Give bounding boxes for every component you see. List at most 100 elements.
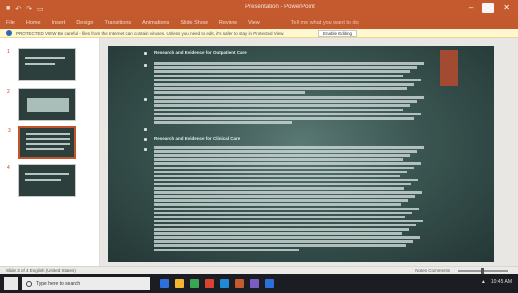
- slide-text-line: [154, 100, 417, 103]
- ribbon-tabs: File Home Insert Design Transitions Anim…: [0, 17, 518, 29]
- shield-icon: [6, 30, 12, 36]
- tab-slide-show[interactable]: Slide Show: [180, 20, 208, 26]
- taskbar-app-icon[interactable]: [250, 279, 259, 288]
- slide-text-line: [154, 87, 407, 90]
- slide-text-line: [154, 215, 405, 219]
- network-icon[interactable]: ▲: [481, 279, 486, 285]
- slide-thumbnail[interactable]: 2: [7, 88, 76, 121]
- taskbar-apps: [160, 279, 274, 288]
- slide-text-line: [154, 223, 416, 227]
- slide-heading: Research and Evidence for Clinical Care: [154, 136, 241, 141]
- slide-text-line: [154, 219, 423, 223]
- zoom-slider[interactable]: [458, 267, 508, 274]
- system-tray: ▲ 10:45 AM: [481, 279, 512, 285]
- taskbar-app-icon[interactable]: [160, 279, 169, 288]
- slide-text-line: [154, 108, 403, 112]
- slide-text-line: [154, 178, 418, 182]
- status-bar: Slide 3 of 4 English (United States) Not…: [0, 266, 518, 274]
- slide-text-line: [154, 211, 412, 215]
- windows-start-icon[interactable]: [4, 277, 18, 290]
- slide-number: 4: [7, 165, 10, 171]
- tab-review[interactable]: Review: [219, 20, 237, 26]
- slide-number: 1: [7, 49, 10, 55]
- slide-number: 3: [8, 128, 11, 134]
- protected-view-bar: PROTECTED VIEW Be careful - files from t…: [0, 29, 518, 38]
- slide-text-line: [154, 248, 299, 251]
- redo-icon[interactable]: ↷: [26, 5, 32, 13]
- slide-text-line: [154, 96, 424, 99]
- slide-thumbnail[interactable]: 4: [7, 164, 76, 197]
- slide-text-line: [154, 199, 408, 202]
- slide-text-line: [154, 150, 417, 153]
- enable-editing-button[interactable]: Enable Editing: [318, 30, 358, 37]
- taskbar-app-icon[interactable]: [190, 279, 199, 288]
- tab-file[interactable]: File: [6, 20, 15, 26]
- slide-heading: Research and Evidence for Outpatient Car…: [154, 50, 247, 55]
- taskbar: Type here to search ▲ 10:45 AM: [0, 274, 518, 293]
- slide-text-line: [154, 91, 305, 94]
- slide-text-line: [154, 187, 404, 190]
- protected-view-message: PROTECTED VIEW Be careful - files from t…: [16, 30, 285, 36]
- slide-text-line: [154, 244, 406, 247]
- slide-text-line: [154, 191, 422, 194]
- taskbar-app-icon[interactable]: [265, 279, 274, 288]
- slide-text-line: [154, 70, 410, 73]
- slide-text-line: [154, 121, 292, 124]
- slide-text-line: [154, 182, 411, 186]
- slide-thumbnail[interactable]: 1: [7, 48, 76, 81]
- search-icon: [26, 280, 32, 287]
- tab-home[interactable]: Home: [26, 20, 41, 26]
- title-bar: ■ ↶ ↷ ▭ Presentation - PowerPoint – ✕: [0, 0, 518, 17]
- slide-text-line: [154, 162, 421, 165]
- slide-text-line: [154, 112, 421, 116]
- taskbar-app-icon[interactable]: [235, 279, 244, 288]
- slide-text-line: [154, 228, 409, 231]
- save-icon[interactable]: ■: [6, 5, 10, 13]
- tell-me-box[interactable]: Tell me what you want to do: [291, 20, 359, 26]
- undo-icon[interactable]: ↶: [15, 5, 21, 13]
- slide-text-line: [154, 66, 417, 69]
- window-controls: – ✕: [469, 3, 510, 13]
- notes-comments-buttons[interactable]: Notes Comments: [415, 268, 450, 273]
- slide-text-line: [154, 83, 414, 86]
- slide-thumbnail-pane[interactable]: 1 2 3 4: [0, 38, 100, 266]
- slide-text-line: [154, 158, 403, 161]
- tab-design[interactable]: Design: [76, 20, 93, 26]
- quick-access-toolbar: ■ ↶ ↷ ▭: [0, 5, 44, 13]
- window-title: Presentation - PowerPoint: [245, 4, 315, 10]
- slide-text-line: [154, 207, 419, 210]
- slide-text-line: [154, 240, 413, 243]
- slide-text-line: [154, 174, 400, 178]
- slide-text-line: [154, 195, 415, 198]
- taskbar-app-icon[interactable]: [205, 279, 214, 288]
- slide-thumbnail-selected[interactable]: 3: [8, 126, 76, 159]
- slide-text-line: [154, 74, 403, 78]
- slide-status: Slide 3 of 4 English (United States): [6, 268, 76, 273]
- slide-text-line: [154, 78, 421, 82]
- slide-number: 2: [7, 89, 10, 95]
- slide-text-line: [154, 146, 424, 149]
- slide-text-line: [154, 236, 420, 239]
- slide-accent-block: [440, 50, 458, 86]
- taskbar-search[interactable]: Type here to search: [22, 277, 150, 290]
- close-icon[interactable]: ✕: [503, 3, 510, 13]
- slide-text-line: [154, 117, 414, 120]
- present-icon[interactable]: ▭: [37, 5, 44, 13]
- slide-text-line: [154, 62, 424, 65]
- slide-text-line: [154, 154, 410, 157]
- minimize-icon[interactable]: –: [469, 3, 473, 13]
- tab-transitions[interactable]: Transitions: [104, 20, 131, 26]
- tab-animations[interactable]: Animations: [142, 20, 169, 26]
- slide-text-line: [154, 232, 402, 235]
- slide-text-line: [154, 104, 410, 107]
- taskbar-app-icon[interactable]: [220, 279, 229, 288]
- tab-view[interactable]: View: [248, 20, 260, 26]
- tab-insert[interactable]: Insert: [52, 20, 66, 26]
- taskbar-app-icon[interactable]: [175, 279, 184, 288]
- slide-canvas[interactable]: Research and Evidence for Outpatient Car…: [108, 46, 494, 262]
- slide-text-line: [154, 203, 401, 206]
- slide-text-line: [154, 166, 414, 169]
- clock[interactable]: 10:45 AM: [491, 279, 512, 285]
- restore-icon[interactable]: [482, 3, 495, 13]
- slide-text-line: [154, 170, 407, 174]
